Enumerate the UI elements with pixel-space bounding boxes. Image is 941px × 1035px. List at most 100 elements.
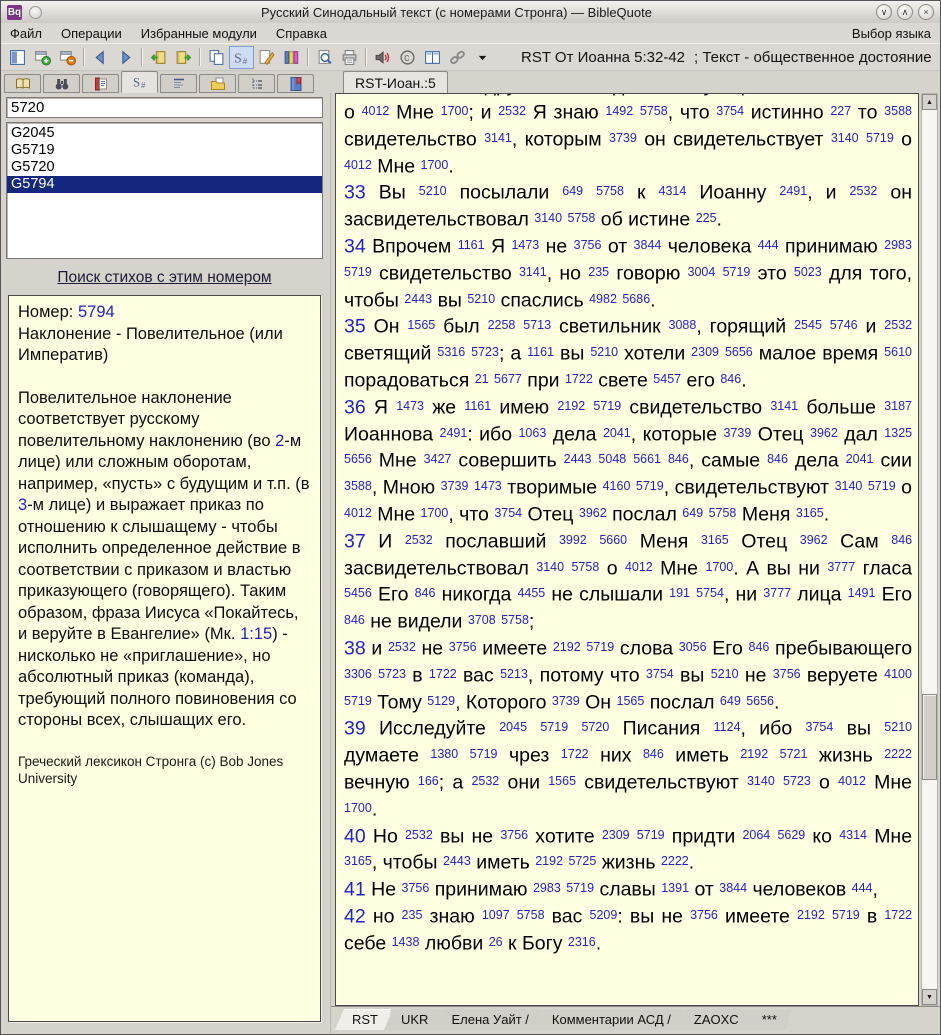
strong-number-link[interactable]: 5723 (471, 345, 499, 359)
strong-number-link[interactable]: 3754 (646, 667, 674, 681)
left-tab-tree-list[interactable] (238, 74, 275, 93)
scroll-up-button[interactable]: ▲ (922, 94, 937, 110)
strong-number-link[interactable]: 1097 (482, 908, 510, 922)
strong-number-link[interactable]: 2192 (740, 747, 768, 761)
strong-number-link[interactable]: 3962 (800, 533, 828, 547)
strong-number-link[interactable]: 4982 (589, 292, 617, 306)
strong-number-link[interactable]: 5629 (777, 828, 805, 842)
strong-number-link[interactable]: 3754 (716, 104, 744, 118)
lexicon-link[interactable]: 5794 (78, 303, 115, 321)
strong-number-link[interactable]: 3992 (559, 533, 587, 547)
strong-number-link[interactable]: 5719 (593, 399, 621, 413)
strong-number-link[interactable]: 3754 (805, 720, 833, 734)
strong-number-link[interactable]: 5758 (517, 908, 545, 922)
strong-number-link[interactable]: 1325 (884, 426, 912, 440)
strong-number-link[interactable]: 1380 (430, 747, 458, 761)
strong-number-link[interactable]: 846 (415, 586, 436, 600)
strong-number-link[interactable]: 846 (720, 372, 741, 386)
strong-number-link[interactable]: 3777 (827, 560, 855, 574)
strong-number-link[interactable]: 2192 (557, 399, 585, 413)
strong-number-link[interactable]: 3140 (534, 211, 562, 225)
strong-number-link[interactable]: 3756 (574, 238, 602, 252)
strong-number-link[interactable]: 3708 (468, 613, 496, 627)
strong-number-link[interactable]: 2041 (603, 426, 631, 440)
strong-number-link[interactable]: 2532 (388, 640, 416, 654)
strong-number-link[interactable]: 4314 (659, 184, 687, 198)
strong-number-link[interactable]: 2041 (846, 452, 874, 466)
strong-number-link[interactable]: 1700 (705, 560, 733, 574)
strong-number-link[interactable]: 5129 (427, 694, 455, 708)
strong-number-link[interactable]: 1492 (605, 104, 633, 118)
strong-number-link[interactable]: 1161 (527, 345, 554, 359)
strong-number-link[interactable]: 2491 (440, 426, 468, 440)
back-button[interactable] (88, 46, 113, 69)
strong-number-link[interactable]: 3056 (679, 640, 707, 654)
strong-number-link[interactable]: 3140 (831, 131, 859, 145)
strong-number-link[interactable]: 2192 (553, 640, 581, 654)
left-tab-binoculars[interactable] (43, 74, 80, 93)
remove-window-button[interactable] (55, 46, 80, 69)
strong-number-link[interactable]: 1700 (344, 801, 372, 815)
strong-number-link[interactable]: 3187 (884, 399, 912, 413)
strong-number-link[interactable]: 3756 (401, 881, 429, 895)
scrollbar-thumb[interactable] (922, 694, 937, 780)
lexicon-link[interactable]: 3 (18, 496, 27, 514)
strong-number-link[interactable]: 3756 (449, 640, 477, 654)
strong-number-link[interactable]: 3165 (344, 854, 372, 868)
strong-number-link[interactable]: 846 (344, 613, 365, 627)
menu-item-4[interactable]: Справка (276, 26, 327, 41)
strong-number-link[interactable]: 846 (643, 747, 664, 761)
strong-number-link[interactable]: 2532 (405, 533, 433, 547)
strong-number-link[interactable]: 5686 (622, 292, 650, 306)
strong-number-link[interactable]: 5209 (590, 908, 618, 922)
menu-item-3[interactable]: Избранные модули (141, 26, 257, 41)
strong-number-link[interactable]: 3754 (494, 506, 522, 520)
strong-number-link[interactable]: 5719 (868, 479, 896, 493)
strong-number-link[interactable]: 3141 (519, 265, 547, 279)
strong-number-link[interactable]: 5723 (783, 774, 811, 788)
strong-number-link[interactable]: 2309 (602, 828, 630, 842)
strong-number-link[interactable]: 5754 (696, 586, 724, 600)
strong-number-link[interactable]: 4012 (625, 560, 653, 574)
left-tab-bookmark-book[interactable] (277, 74, 314, 93)
menu-language-select[interactable]: Выбор языка (852, 26, 931, 41)
strong-number-link[interactable]: 5758 (709, 506, 737, 520)
strong-number-link[interactable]: 3165 (701, 533, 729, 547)
bottom-tab-4[interactable]: Комментарии АСД / (535, 1009, 684, 1030)
strong-number-link[interactable]: 2491 (779, 184, 807, 198)
strong-number-link[interactable]: 3140 (835, 479, 863, 493)
lexicon-link[interactable]: 1:15 (240, 625, 272, 643)
strong-number-link[interactable]: 5719 (470, 747, 498, 761)
lexicon-link[interactable]: 2 (275, 432, 284, 450)
strong-number-link[interactable]: 5610 (884, 345, 912, 359)
strong-number-link[interactable]: 1491 (848, 586, 876, 600)
strong-number-link[interactable]: 3739 (441, 479, 469, 493)
bottom-tab-5[interactable]: ZAOXC (677, 1009, 752, 1030)
strong-number-link[interactable]: 5719 (637, 828, 665, 842)
panel-layout-button[interactable] (5, 46, 30, 69)
strong-number-link[interactable]: 2443 (564, 452, 592, 466)
strong-number-link[interactable]: 5719 (344, 694, 372, 708)
strong-number-link[interactable]: 3756 (500, 828, 528, 842)
strong-number-link[interactable]: 2443 (404, 292, 432, 306)
strong-number-link[interactable]: 5210 (884, 720, 912, 734)
strong-number-link[interactable]: 4100 (884, 667, 912, 681)
menu-item-1[interactable]: Файл (10, 26, 42, 41)
minimize-button[interactable]: ∨ (876, 4, 892, 20)
strong-number-link[interactable]: 5719 (636, 479, 664, 493)
strong-number-link[interactable]: 235 (588, 265, 609, 279)
strong-number-link[interactable]: 649 (720, 694, 741, 708)
strong-number-link[interactable]: 1565 (407, 318, 435, 332)
strong-number-link[interactable]: 2532 (405, 828, 433, 842)
copy-button[interactable] (204, 46, 229, 69)
list-item-G5719[interactable]: G5719 (7, 142, 322, 159)
strong-number-link[interactable]: 235 (402, 908, 423, 922)
strong-number-link[interactable]: 1391 (661, 881, 689, 895)
strong-number-link[interactable]: 3140 (747, 774, 775, 788)
strong-number-link[interactable]: 5719 (540, 720, 568, 734)
strong-number-link[interactable]: 4012 (838, 774, 866, 788)
strong-number-link[interactable]: 3141 (484, 131, 512, 145)
strong-number-link[interactable]: 846 (749, 640, 770, 654)
strong-number-link[interactable]: 3756 (690, 908, 718, 922)
bottom-tab-1[interactable]: RST (335, 1009, 391, 1030)
